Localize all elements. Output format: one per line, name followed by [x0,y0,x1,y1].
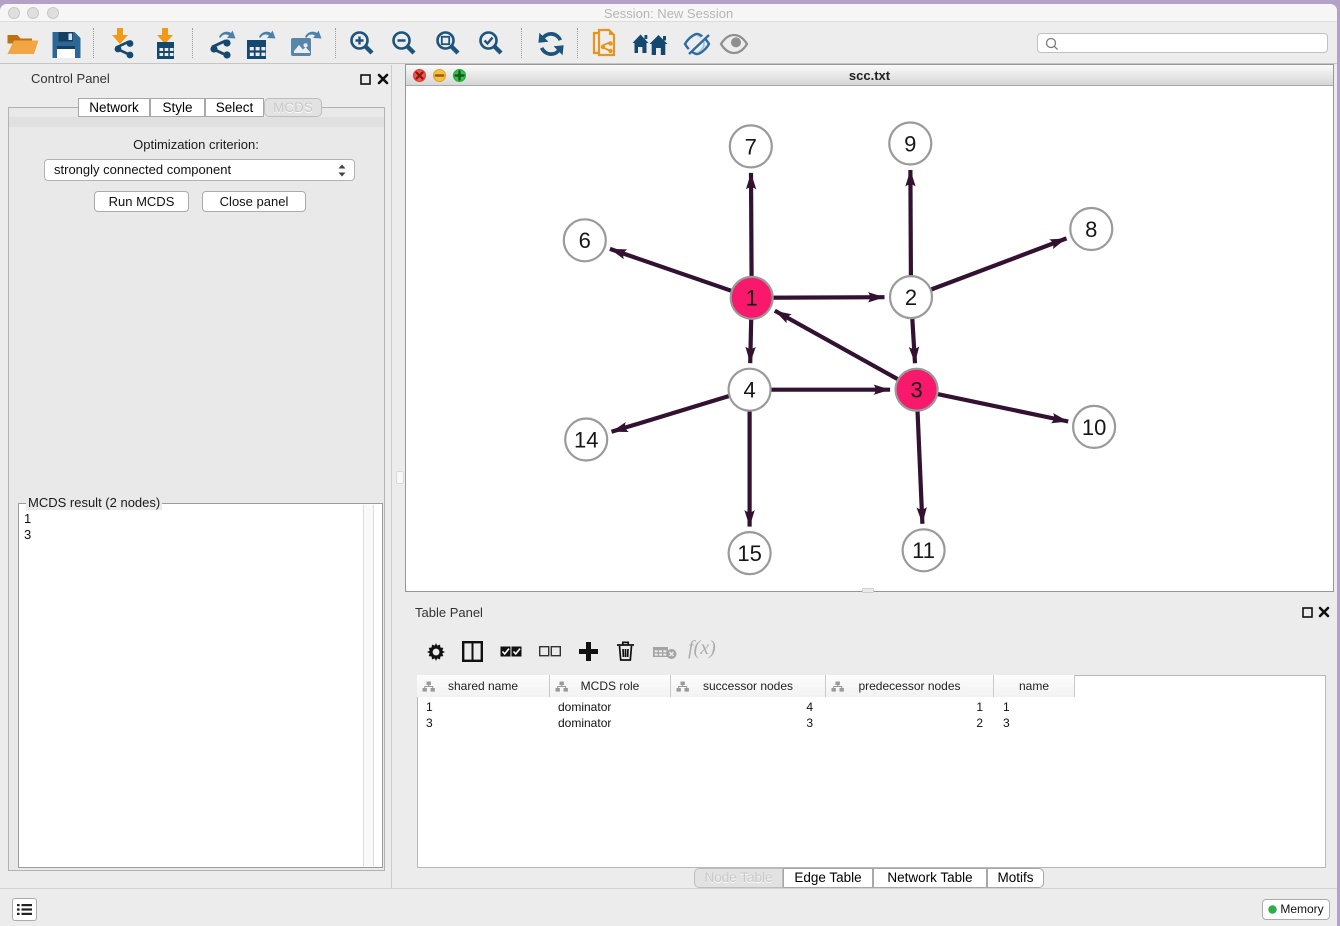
svg-text:8: 8 [1085,217,1097,242]
svg-text:9: 9 [904,131,916,156]
svg-text:15: 15 [737,541,761,566]
svg-text:6: 6 [579,228,591,253]
svg-text:3: 3 [910,378,922,403]
svg-text:7: 7 [745,134,757,159]
svg-text:2: 2 [905,285,917,310]
svg-text:10: 10 [1082,415,1106,440]
svg-text:11: 11 [912,538,935,563]
svg-text:1: 1 [746,286,758,311]
svg-text:14: 14 [574,427,598,452]
svg-text:4: 4 [743,378,755,403]
